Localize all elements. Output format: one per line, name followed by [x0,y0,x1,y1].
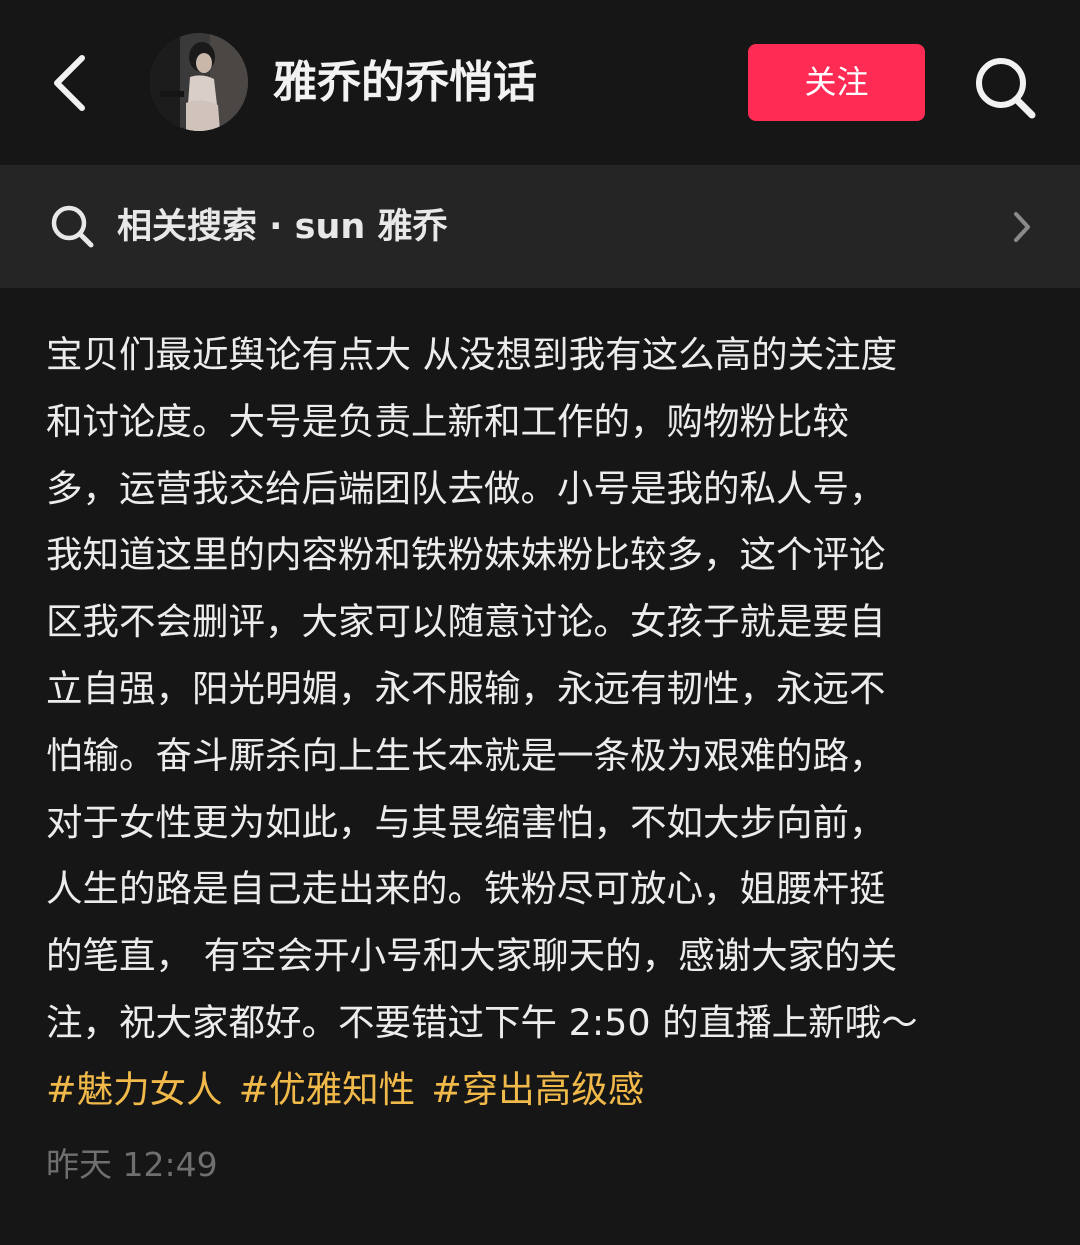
post-line: 的笔直， 有空会开小号和大家聊天的，感谢大家的关 [46,934,898,978]
follow-button[interactable]: 关注 [748,44,925,121]
post-line: 多，运营我交给后端团队去做。小号是我的私人号， [46,466,886,510]
post-line: 和讨论度。大号是负责上新和工作的，购物粉比较 [46,399,849,443]
post-body: 宝贝们最近舆论有点大 从没想到我有这么高的关注度 和讨论度。大号是负责上新和工作… [46,322,1046,1124]
chevron-left-icon [54,55,85,111]
search-icon [51,205,94,248]
post-line: 注，祝大家都好。不要错过下午 2:50 的直播上新哦～ [46,1000,918,1044]
post-line: 我知道这里的内容粉和铁粉妹妹粉比较多，这个评论 [46,533,886,577]
post-line: 区我不会删评，大家可以随意讨论。女孩子就是要自 [46,600,886,644]
hashtag-list: #魅力女人 #优雅知性 #穿出高级感 [46,1057,1046,1124]
avatar-image [150,33,248,131]
chevron-right-icon [1014,212,1030,242]
related-search-bar[interactable]: 相关搜索 · sun 雅乔 [0,165,1080,288]
search-button[interactable] [968,50,1048,125]
related-search-label: 相关搜索 · sun 雅乔 [117,207,448,247]
post-line: 怕输。奋斗厮杀向上生长本就是一条极为艰难的路， [46,733,886,777]
post-timestamp: 昨天 12:49 [46,1145,218,1184]
avatar[interactable] [150,33,248,131]
post-line: 人生的路是自己走出来的。铁粉尽可放心，姐腰杆挺 [46,867,886,911]
related-search-chevron [1004,205,1038,249]
post-content: 宝贝们最近舆论有点大 从没想到我有这么高的关注度 和讨论度。大号是负责上新和工作… [0,288,1080,1245]
hashtag-link[interactable]: #穿出高级感 [431,1068,644,1111]
search-icon [976,58,1036,119]
post-line: 对于女性更为如此，与其畏缩害怕，不如大步向前， [46,800,886,844]
back-button[interactable] [40,45,110,120]
top-bar: 雅乔的乔悄话 关注 [0,0,1080,165]
account-title: 雅乔的乔悄话 [273,57,537,108]
hashtag-link[interactable]: #优雅知性 [239,1068,416,1111]
related-search-icon [48,202,98,252]
post-line: 立自强，阳光明媚，永不服输，永远有韧性，永远不 [46,666,886,710]
post-line: 宝贝们最近舆论有点大 从没想到我有这么高的关注度 [46,333,898,376]
hashtag-link[interactable]: #魅力女人 [46,1068,223,1111]
